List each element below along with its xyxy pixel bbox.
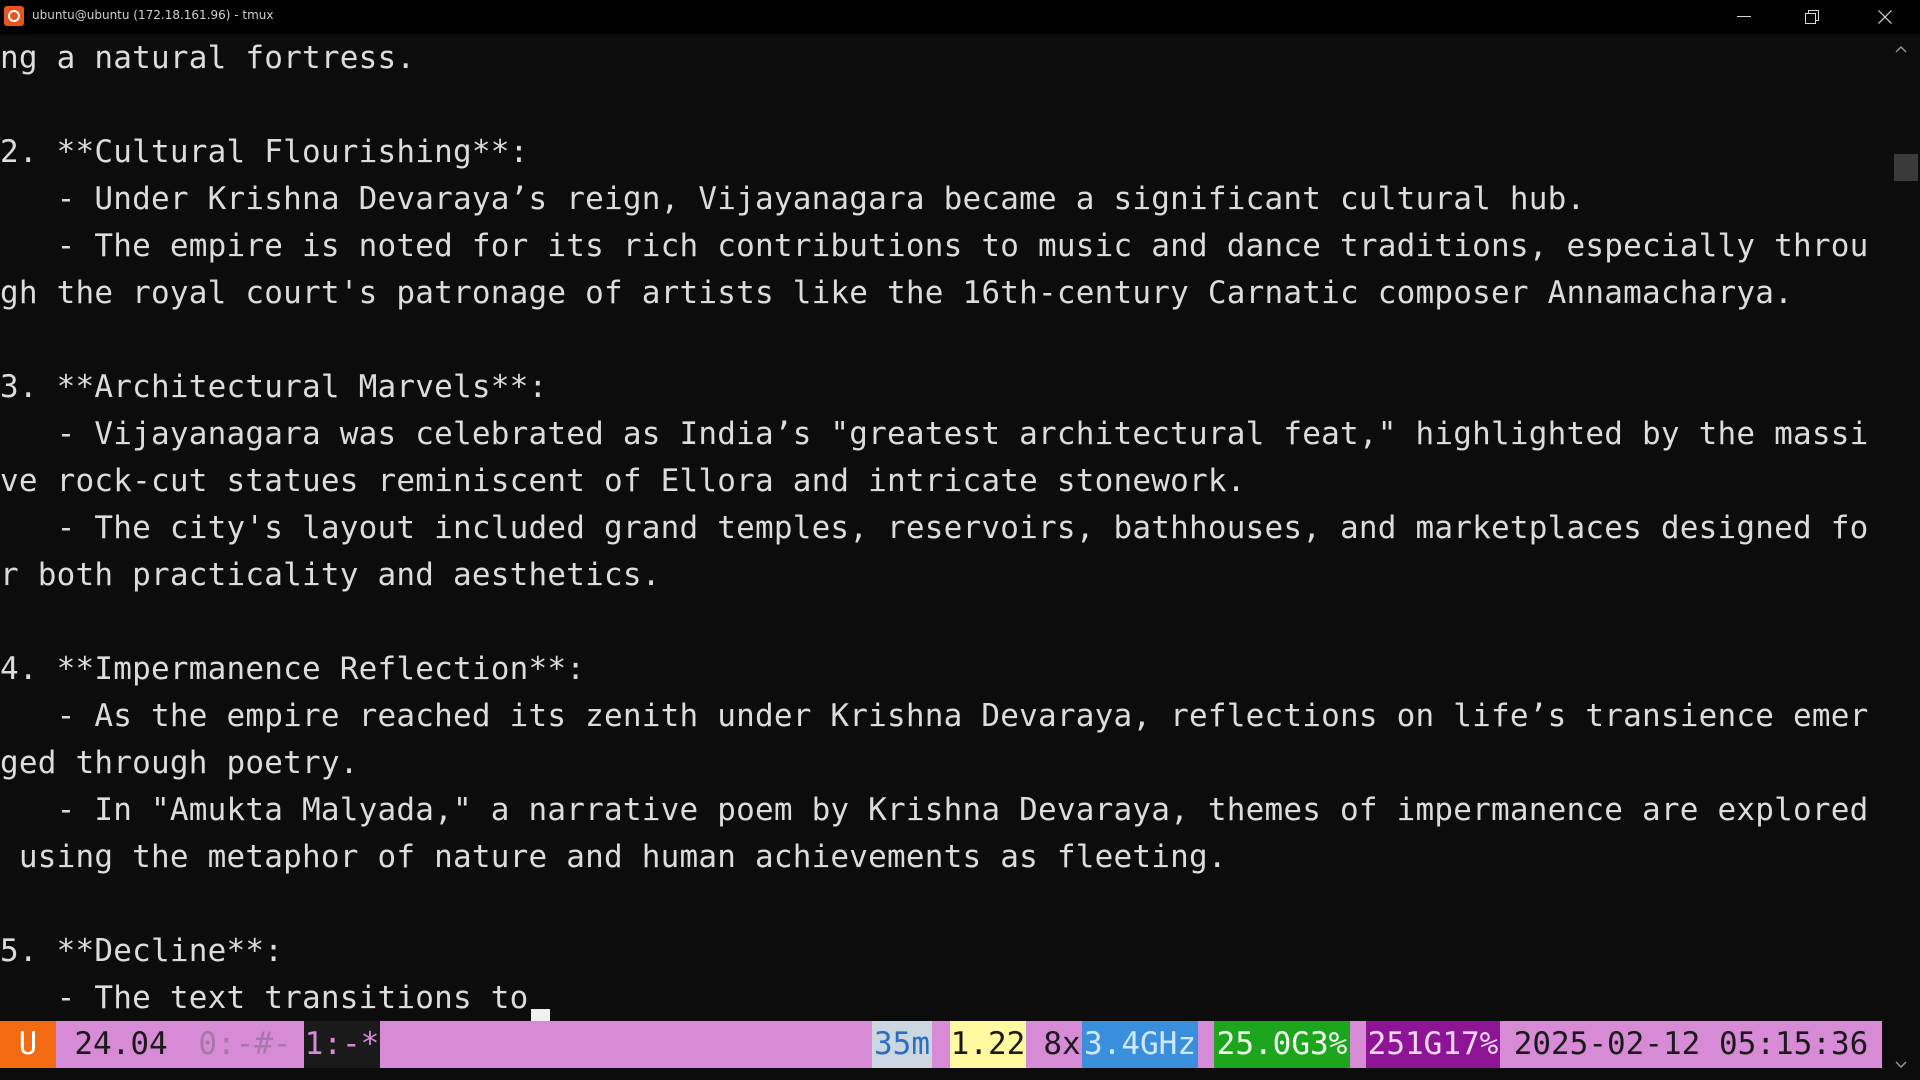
load-average: 1.22 — [950, 1021, 1026, 1068]
terminal-line: - The empire is noted for its rich contr… — [0, 228, 1869, 264]
minimize-button[interactable] — [1710, 0, 1778, 34]
vertical-scrollbar[interactable] — [1882, 34, 1920, 1080]
terminal-line: - The text transitions to — [0, 980, 529, 1016]
terminal-line: ged through poetry. — [0, 745, 359, 781]
terminal-line: - As the empire reached its zenith under… — [0, 698, 1869, 734]
ubuntu-logo-icon[interactable] — [4, 6, 24, 26]
cpu-count: 8x — [1042, 1021, 1082, 1068]
disk-usage: 251G17% — [1366, 1021, 1500, 1068]
chevron-down-icon[interactable] — [1882, 1054, 1920, 1076]
active-window[interactable]: 1:-* — [304, 1021, 380, 1068]
title-bar: ubuntu@ubuntu (172.18.161.96) - tmux — [0, 0, 1920, 34]
terminal-output[interactable]: ng a natural fortress. 2. **Cultural Flou… — [0, 34, 1882, 1021]
chevron-up-icon[interactable] — [1882, 38, 1920, 60]
window-title: ubuntu@ubuntu (172.18.161.96) - tmux — [32, 8, 274, 22]
terminal-line: using the metaphor of nature and human a… — [0, 839, 1227, 875]
terminal-line: 2. **Cultural Flourishing**: — [0, 134, 529, 170]
tmux-status-bar: U 24.04 0:-#- 1:-* 35m 1.22 8x 3.4GHz 25… — [0, 1021, 1882, 1068]
terminal-line: - Under Krishna Devaraya’s reign, Vijaya… — [0, 181, 1586, 217]
terminal-line: r both practicality and aesthetics. — [0, 557, 661, 593]
memory-usage: 25.0G3% — [1214, 1021, 1350, 1068]
terminal-line: gh the royal court's patronage of artist… — [0, 275, 1793, 311]
terminal-line: 4. **Impermanence Reflection**: — [0, 651, 586, 687]
terminal-line: ng a natural fortress. — [0, 40, 416, 76]
terminal-line: 5. **Decline**: — [0, 933, 284, 969]
session-badge[interactable]: U — [0, 1021, 56, 1068]
window-bottom-edge — [0, 1068, 1882, 1080]
terminal-line: - The city's layout included grand templ… — [0, 510, 1869, 546]
close-icon — [1878, 10, 1892, 24]
os-version: 24.04 — [56, 1021, 186, 1068]
restore-button[interactable] — [1778, 0, 1846, 34]
restore-icon — [1805, 10, 1819, 24]
scrollbar-thumb[interactable] — [1894, 154, 1918, 181]
terminal-line: 3. **Architectural Marvels**: — [0, 369, 548, 405]
uptime: 35m — [872, 1021, 932, 1068]
date-time: 2025-02-12 05:15:36 — [1500, 1021, 1882, 1068]
terminal-cursor — [531, 1009, 550, 1021]
window-list[interactable]: 0:-#- — [186, 1021, 304, 1068]
terminal-line: ve rock-cut statues reminiscent of Ellor… — [0, 463, 1246, 499]
cpu-frequency: 3.4GHz — [1082, 1021, 1198, 1068]
terminal-line: - Vijayanagara was celebrated as India’s… — [0, 416, 1869, 452]
terminal-line: - In "Amukta Malyada," a narrative poem … — [0, 792, 1869, 828]
minimize-icon — [1737, 16, 1751, 17]
close-button[interactable] — [1850, 0, 1920, 34]
